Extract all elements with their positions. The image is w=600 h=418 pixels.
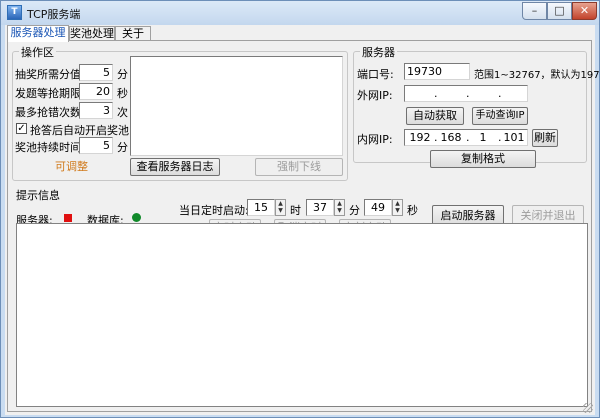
spin-down-icon[interactable]: ▼ bbox=[276, 207, 285, 214]
app-window: T TCP服务端 – □ ✕ 服务器处理 奖池处理 关于 操作区 抽奖所需分值:… bbox=[0, 0, 600, 418]
copy-format-button[interactable]: 复制格式 bbox=[430, 150, 536, 168]
max-grab-label: 最多抢错次数: bbox=[15, 106, 85, 119]
wan-ip-dot: . bbox=[498, 87, 502, 100]
auto-get-button[interactable]: 自动获取 bbox=[406, 107, 464, 125]
lan-ip-octet-4: 101 bbox=[503, 131, 525, 144]
view-log-button[interactable]: 查看服务器日志 bbox=[130, 158, 220, 176]
minute-input[interactable]: 37 bbox=[306, 199, 334, 216]
lan-ip-dot: . bbox=[498, 131, 502, 144]
max-grab-input[interactable]: 3 bbox=[79, 102, 113, 119]
port-label: 端口号: bbox=[357, 68, 394, 81]
minimize-button[interactable]: – bbox=[522, 2, 547, 20]
wan-ip-field[interactable]: . . . bbox=[404, 85, 528, 102]
db-status-indicator bbox=[132, 213, 141, 222]
wait-label: 发题等抢期限: bbox=[15, 87, 85, 100]
lan-ip-dot: . bbox=[434, 131, 438, 144]
title-bar[interactable]: T TCP服务端 – □ ✕ bbox=[1, 1, 599, 25]
close-button[interactable]: ✕ bbox=[572, 2, 597, 20]
wan-ip-dot: . bbox=[434, 87, 438, 100]
lan-ip-octet-3: 1 bbox=[479, 131, 487, 144]
hour-input[interactable]: 15 bbox=[247, 199, 275, 216]
score-input[interactable]: 5 bbox=[79, 64, 113, 81]
hour-spinner[interactable]: ▲ ▼ bbox=[275, 199, 286, 216]
lan-ip-octet-2: 168 bbox=[440, 131, 462, 144]
tab-about[interactable]: 关于 bbox=[115, 26, 151, 41]
lan-ip-field[interactable]: 192 . 168 . 1 . 101 bbox=[404, 129, 528, 146]
lan-ip-label: 内网IP: bbox=[357, 133, 393, 146]
server-title: 服务器 bbox=[360, 44, 397, 60]
manual-query-ip-button[interactable]: 手动查询IP bbox=[472, 107, 528, 125]
adjustable-text: 可调整 bbox=[55, 160, 88, 173]
operations-group: 操作区 抽奖所需分值: 5 分 发题等抢期限: 20 秒 最多抢错次数: 3 次… bbox=[12, 44, 348, 181]
port-hint: 范围1~32767，默认为19730 bbox=[474, 70, 600, 81]
second-spinner[interactable]: ▲ ▼ bbox=[392, 199, 403, 216]
client-area: 服务器处理 奖池处理 关于 操作区 抽奖所需分值: 5 分 发题等抢期限: 20… bbox=[5, 25, 600, 415]
pool-duration-input[interactable]: 5 bbox=[79, 137, 113, 154]
auto-pool-label: 抢答后自动开启奖池 bbox=[30, 124, 129, 137]
spin-up-icon[interactable]: ▲ bbox=[276, 200, 285, 207]
pool-duration-label: 奖池持续时间: bbox=[15, 141, 85, 154]
wan-ip-dot: . bbox=[466, 87, 470, 100]
auto-pool-checkbox[interactable]: ✓ bbox=[16, 123, 27, 134]
server-tab-panel: 操作区 抽奖所需分值: 5 分 发题等抢期限: 20 秒 最多抢错次数: 3 次… bbox=[7, 40, 600, 412]
max-grab-unit: 次 bbox=[117, 106, 128, 119]
tab-pool[interactable]: 奖池处理 bbox=[69, 26, 115, 41]
second-unit: 秒 bbox=[407, 204, 418, 217]
operations-title: 操作区 bbox=[19, 44, 56, 60]
spin-down-icon[interactable]: ▼ bbox=[335, 207, 344, 214]
server-status-indicator bbox=[64, 214, 72, 222]
refresh-button[interactable]: 刷新 bbox=[532, 129, 558, 147]
schedule-label: 当日定时启动: bbox=[179, 204, 249, 217]
message-log-area[interactable] bbox=[16, 223, 588, 407]
spin-down-icon[interactable]: ▼ bbox=[393, 207, 402, 214]
wan-ip-label: 外网IP: bbox=[357, 89, 393, 102]
spin-up-icon[interactable]: ▲ bbox=[335, 200, 344, 207]
maximize-button[interactable]: □ bbox=[547, 2, 572, 20]
minute-spinner[interactable]: ▲ ▼ bbox=[334, 199, 345, 216]
score-label: 抽奖所需分值: bbox=[15, 68, 85, 81]
lan-ip-dot: . bbox=[466, 131, 470, 144]
tab-server[interactable]: 服务器处理 bbox=[7, 25, 69, 42]
lan-ip-octet-1: 192 bbox=[409, 131, 431, 144]
operation-log-box[interactable] bbox=[130, 56, 343, 156]
hour-unit: 时 bbox=[290, 204, 301, 217]
resize-grip[interactable] bbox=[583, 403, 593, 413]
spin-up-icon[interactable]: ▲ bbox=[393, 200, 402, 207]
app-icon: T bbox=[7, 5, 22, 20]
info-title: 提示信息 bbox=[14, 187, 62, 203]
force-offline-button[interactable]: 强制下线 bbox=[255, 158, 343, 176]
score-unit: 分 bbox=[117, 68, 128, 81]
pool-duration-unit: 分 bbox=[117, 141, 128, 154]
minute-unit: 分 bbox=[349, 204, 360, 217]
server-group: 服务器 端口号: 19730 范围1~32767，默认为19730 外网IP: … bbox=[353, 44, 600, 168]
window-title: TCP服务端 bbox=[27, 8, 81, 21]
wait-input[interactable]: 20 bbox=[79, 83, 113, 100]
port-input[interactable]: 19730 bbox=[404, 63, 470, 80]
second-input[interactable]: 49 bbox=[364, 199, 392, 216]
wait-unit: 秒 bbox=[117, 87, 128, 100]
